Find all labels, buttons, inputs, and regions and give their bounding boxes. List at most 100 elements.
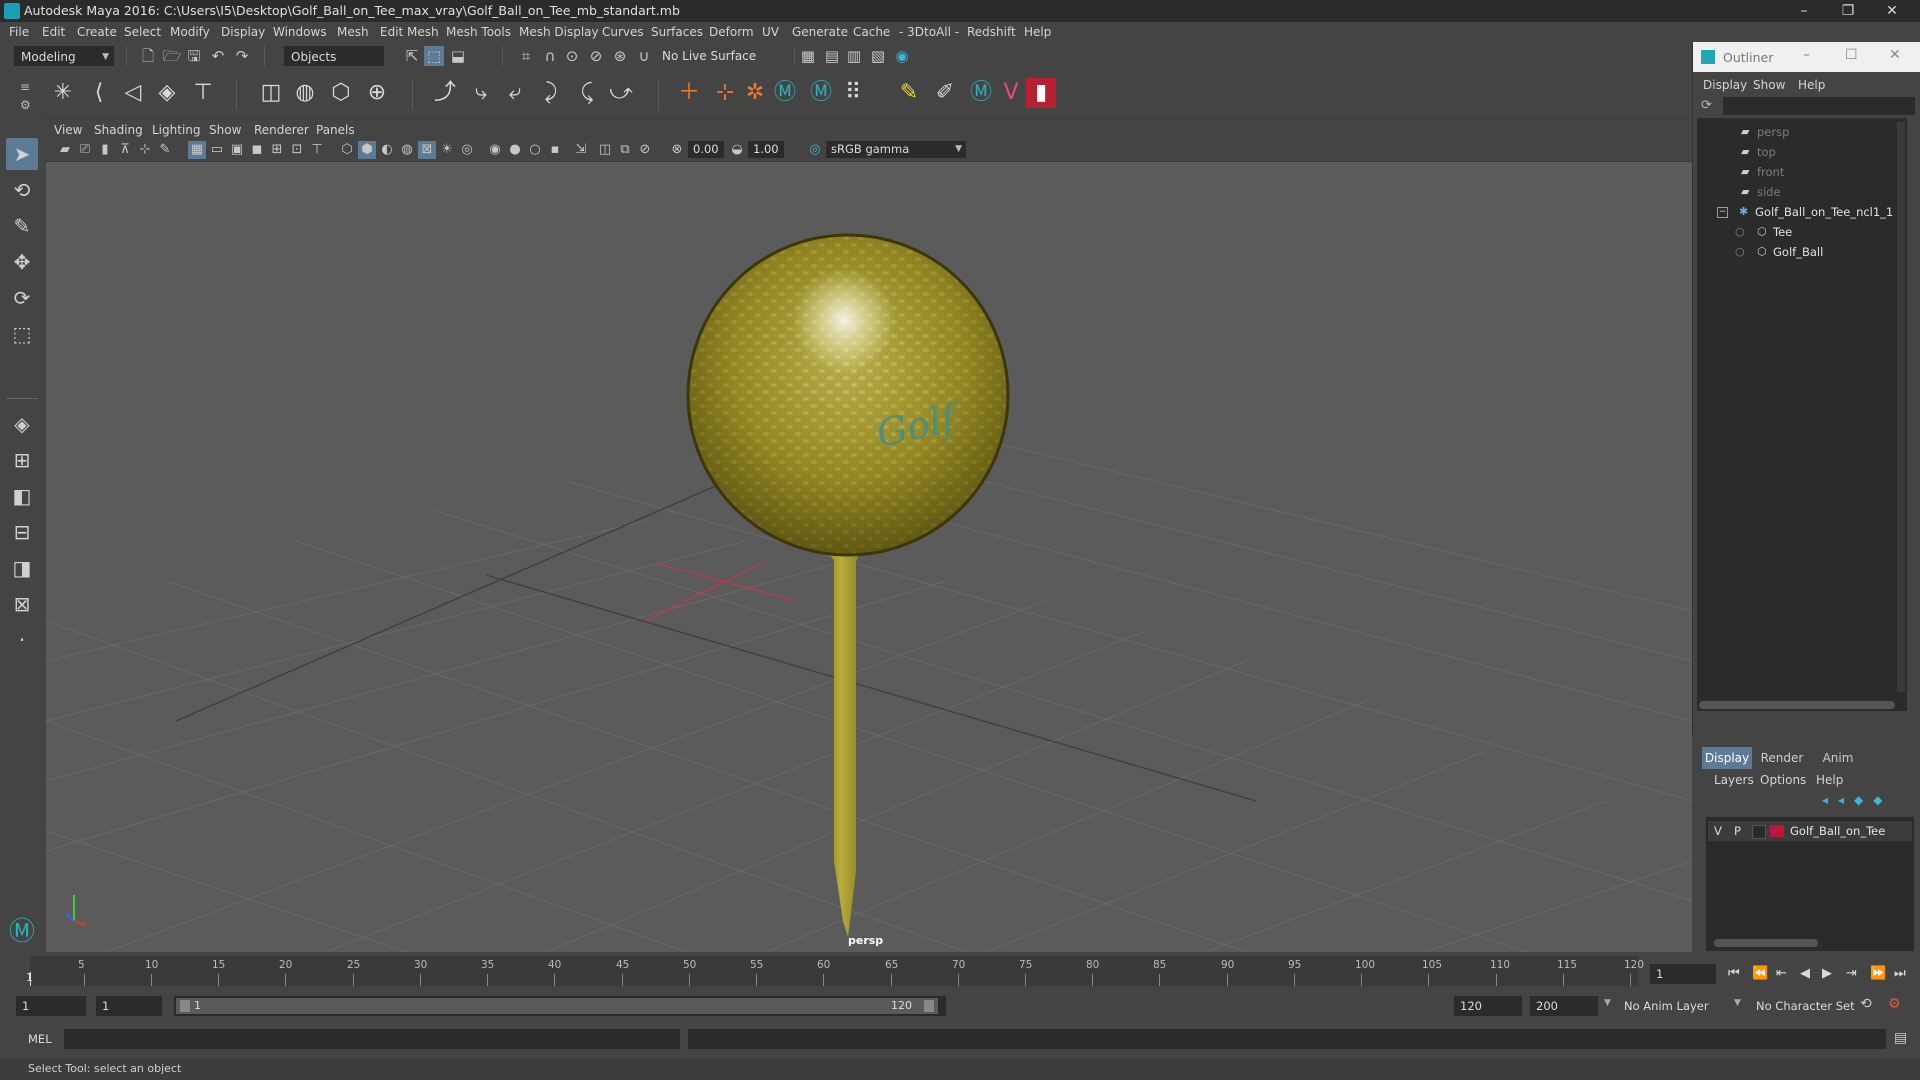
menu-set-dropdown[interactable]: Modeling ▼: [14, 46, 114, 66]
use-all-lights-icon[interactable]: ⊠: [418, 141, 436, 159]
redo-icon[interactable]: ↷: [232, 46, 252, 66]
hypershade-layout-icon[interactable]: ◨: [6, 552, 38, 584]
four-view-layout-icon[interactable]: ⊞: [6, 444, 38, 476]
select-hierarchy-icon[interactable]: ⇱: [402, 46, 422, 66]
cylinder-icon[interactable]: ⊕: [362, 78, 392, 108]
panel-menu-show[interactable]: Show: [209, 123, 241, 137]
safe-title-icon[interactable]: ⊤: [308, 141, 326, 159]
time-slider[interactable]: 1 5 10 15 20 25 30 35 40 45 50 55 60 65 70 75 80 85 90 95 1…: [0, 952, 1920, 990]
animation-end-field[interactable]: 200: [1530, 996, 1598, 1016]
outliner-minimize-button[interactable]: –: [1803, 47, 1810, 63]
view-transform-dropdown[interactable]: sRGB gamma ▼: [826, 141, 966, 158]
outliner-vertical-scrollbar[interactable]: [1897, 122, 1905, 692]
snap-grid-icon[interactable]: ⌗: [516, 46, 536, 66]
shelf-menu-icon[interactable]: ≡: [20, 80, 30, 94]
outliner-item-tee[interactable]: ○ ⬡ Tee: [1697, 222, 1907, 242]
go-to-start-icon[interactable]: ⏮: [1728, 966, 1740, 981]
uv-layout-icon[interactable]: ⊠: [6, 588, 38, 620]
image-plane-icon[interactable]: ⊼: [116, 141, 134, 159]
golf-ball[interactable]: Golf: [686, 233, 1010, 557]
layer-type-toggle[interactable]: [1752, 825, 1766, 839]
tab-render[interactable]: Render: [1754, 747, 1810, 769]
menu-help[interactable]: Help: [1024, 25, 1051, 39]
menu-cache[interactable]: Cache: [853, 25, 890, 39]
layer-list[interactable]: V P Golf_Ball_on_Tee: [1706, 817, 1914, 951]
menu-uv[interactable]: UV: [762, 25, 779, 39]
magnet-icon[interactable]: ∪: [634, 46, 654, 66]
layer-menu-options[interactable]: Options: [1760, 773, 1806, 787]
outliner-item-front[interactable]: ▰ front: [1697, 162, 1907, 182]
layer-color-swatch[interactable]: [1770, 825, 1784, 837]
multi-cut-icon[interactable]: ⤹: [572, 78, 602, 108]
xray-icon[interactable]: ◉: [486, 141, 504, 159]
range-start-grip[interactable]: [180, 1000, 190, 1012]
outliner-item-persp[interactable]: ▰ persp: [1697, 122, 1907, 142]
go-to-end-icon[interactable]: ⏭: [1894, 966, 1906, 981]
render-view-icon[interactable]: ▤: [822, 46, 842, 66]
scale-tool-icon[interactable]: ⬚: [6, 318, 38, 350]
menu-display[interactable]: Display: [221, 25, 265, 39]
layer-action-icons[interactable]: ◂◂◆◆: [1822, 793, 1893, 807]
snap-view-icon[interactable]: ⊘: [586, 46, 606, 66]
panel-menu-renderer[interactable]: Renderer: [254, 123, 309, 137]
camera-attributes-icon[interactable]: ⎚: [76, 141, 94, 159]
outliner-maximize-button[interactable]: ☐: [1845, 47, 1858, 63]
ambient-occlusion-icon[interactable]: ◎: [458, 141, 476, 159]
extrude-icon[interactable]: ⤴: [430, 78, 460, 108]
v-plugin-icon[interactable]: V: [996, 78, 1026, 108]
outliner-search-input[interactable]: [1723, 97, 1915, 115]
menu-3dtoall[interactable]: - 3DtoAll -: [899, 25, 959, 39]
single-view-layout-icon[interactable]: ◈: [6, 408, 38, 440]
high-quality-icon[interactable]: ⇲: [572, 141, 590, 159]
select-object-icon[interactable]: ⬚: [424, 46, 444, 66]
ipr-render-icon[interactable]: ▧: [868, 46, 888, 66]
menu-select[interactable]: Select: [124, 25, 161, 39]
render-settings-icon[interactable]: ▦: [798, 46, 818, 66]
sphere-icon[interactable]: ◍: [290, 78, 320, 108]
layer-menu-help[interactable]: Help: [1816, 773, 1843, 787]
select-tool-icon[interactable]: ➤: [6, 138, 38, 170]
save-scene-icon[interactable]: 🖫: [184, 46, 204, 66]
menu-deform[interactable]: Deform: [709, 25, 754, 39]
resolution-gate-icon[interactable]: ▣: [228, 141, 246, 159]
exposure-field[interactable]: 0.00: [688, 141, 724, 158]
step-forward-key-icon[interactable]: ⇥: [1846, 966, 1857, 981]
select-component-icon[interactable]: ⬓: [448, 46, 468, 66]
menu-surfaces[interactable]: Surfaces: [651, 25, 703, 39]
panel-menu-shading[interactable]: Shading: [94, 123, 143, 137]
lasso-tool-icon[interactable]: ⟲: [6, 174, 38, 206]
anim-layer-dropdown[interactable]: No Anim Layer: [1618, 996, 1736, 1016]
bevel-icon[interactable]: ⤷: [466, 78, 496, 108]
backface-culling-icon[interactable]: ○: [526, 141, 544, 159]
chevron-down-icon[interactable]: ▼: [1604, 998, 1611, 1008]
grid-toggle-icon[interactable]: ▦: [188, 141, 206, 159]
exposure-icon[interactable]: ⊗: [668, 141, 686, 159]
current-frame-field[interactable]: 1: [1650, 964, 1716, 984]
minimize-button[interactable]: –: [1782, 0, 1826, 22]
menu-file[interactable]: File: [9, 25, 29, 39]
animation-start-field[interactable]: 1: [16, 996, 86, 1016]
panel-menu-view[interactable]: View: [54, 123, 82, 137]
maya-plugin-2-icon[interactable]: Ⓜ: [806, 78, 836, 108]
paint-select-icon[interactable]: ✎: [6, 210, 38, 242]
scene-canvas[interactable]: Golf: [45, 161, 1693, 953]
golf-tee[interactable]: [818, 506, 870, 937]
tab-display[interactable]: Display: [1702, 747, 1752, 769]
layer-row[interactable]: V P Golf_Ball_on_Tee: [1708, 821, 1912, 841]
gamma-field[interactable]: 1.00: [748, 141, 784, 158]
menu-mesh-tools[interactable]: Mesh Tools: [446, 25, 511, 39]
selection-mode-dropdown[interactable]: Objects: [284, 46, 384, 66]
cube-icon[interactable]: ⬡: [326, 78, 356, 108]
restore-button[interactable]: ❐: [1826, 0, 1870, 22]
light-plugin-icon[interactable]: ✎: [894, 78, 924, 108]
snap-curve-icon[interactable]: ∩: [540, 46, 560, 66]
gate-mask-icon[interactable]: ◼: [248, 141, 266, 159]
persp-graph-layout-icon[interactable]: ⊟: [6, 516, 38, 548]
film-gate-icon[interactable]: ▭: [208, 141, 226, 159]
panel-menu-panels[interactable]: Panels: [316, 123, 355, 137]
outliner-close-button[interactable]: ✕: [1889, 47, 1901, 63]
layer-scrollbar[interactable]: [1714, 939, 1818, 947]
chevron-down-icon[interactable]: ▼: [1734, 998, 1741, 1008]
gamma-icon[interactable]: ◒: [728, 141, 746, 159]
command-input[interactable]: [64, 1029, 680, 1049]
